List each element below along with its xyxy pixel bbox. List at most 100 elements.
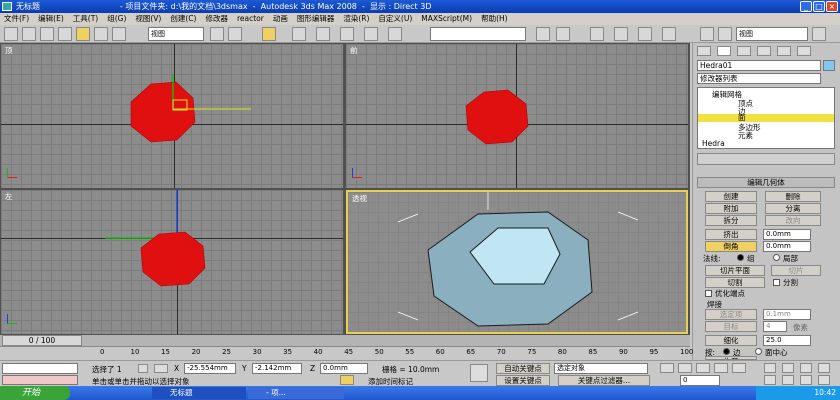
by-face-center-radio[interactable] [755,348,762,355]
object-name-input[interactable]: Hedra01 [697,60,821,71]
viewport-perspective[interactable]: 透视 [346,190,688,334]
percent-snap-icon[interactable] [340,27,354,41]
viewport-label[interactable]: 顶 [5,45,13,56]
selection-set-dropdown[interactable]: 选定对象 [554,363,648,374]
delete-button[interactable]: 删除 [765,191,821,202]
stack-element[interactable]: 元素 [738,130,753,141]
render-setup-icon[interactable] [700,27,714,41]
menu-item[interactable]: 工具(T) [73,14,98,23]
bevel-spinner[interactable]: 0.0mm [763,241,811,252]
hedra-object[interactable] [348,192,688,332]
hedra-object[interactable] [99,190,249,300]
schematic-view-icon[interactable] [638,27,652,41]
orbit-icon[interactable] [800,375,812,385]
menu-item[interactable]: reactor [237,14,264,23]
modifier-list-dropdown[interactable]: 修改器列表 [697,73,821,84]
menu-item[interactable]: 视图(V) [135,14,161,23]
zoom-extents-all-icon[interactable] [818,363,830,373]
material-editor-icon[interactable] [662,27,676,41]
zoom-extents-icon[interactable] [800,363,812,373]
menu-item[interactable]: 动画 [273,14,288,23]
utilities-tab-icon[interactable] [797,46,811,56]
normal-group-radio[interactable] [737,254,744,261]
menu-item[interactable]: 自定义(U) [378,14,412,23]
close-button[interactable]: × [826,1,838,12]
viewport-label[interactable]: 前 [350,45,358,56]
maximize-button[interactable]: □ [813,1,825,12]
taskbar-item-untitled[interactable]: 无标题 [152,387,246,399]
weld-selected-button[interactable]: 选定项 [705,309,757,320]
normal-local-radio[interactable] [773,254,780,261]
hedra-object[interactable] [111,74,261,154]
split-checkbox[interactable] [773,279,780,286]
maxscript-output[interactable] [2,375,78,385]
current-frame-input[interactable]: 0 [680,375,720,386]
align-icon[interactable] [556,27,570,41]
mirror-icon[interactable] [536,27,550,41]
unlink-icon[interactable] [40,27,54,41]
menu-item[interactable]: 修改器 [205,14,228,23]
goto-end-icon[interactable] [732,363,746,373]
fov-icon[interactable] [764,375,776,385]
menu-item[interactable]: 组(G) [107,14,126,23]
snap-icon[interactable] [292,27,306,41]
motion-tab-icon[interactable] [757,46,771,56]
rect-selection-icon[interactable] [112,27,126,41]
tessellate-spinner[interactable]: 25.0 [763,335,811,346]
maximize-viewport-icon[interactable] [818,375,830,385]
set-key-button[interactable]: 设置关键点 [496,375,550,386]
z-coordinate[interactable]: 0.0mm [320,363,368,374]
lock-icon[interactable] [138,364,148,373]
menu-item[interactable]: 创建(C) [170,14,196,23]
named-selection-dropdown[interactable] [430,27,526,41]
slice-button[interactable]: 切片 [771,265,821,276]
viewport-front[interactable]: 前 [346,44,688,188]
next-frame-icon[interactable] [714,363,728,373]
key-filters-button[interactable]: 关键点过滤器... [558,375,650,386]
pivot-icon[interactable] [210,27,224,41]
y-coordinate[interactable]: -2.142mm [252,363,302,374]
extrude-button[interactable]: 挤出 [705,229,757,240]
time-tag-icon[interactable] [340,375,354,385]
time-slider-thumb[interactable]: 0 / 100 [2,335,82,346]
goto-start-icon[interactable] [660,363,674,373]
curve-editor-icon[interactable] [614,27,628,41]
angle-snap-icon[interactable] [316,27,330,41]
turn-button[interactable]: 改向 [765,215,821,226]
auto-key-button[interactable]: 自动关键点 [496,363,550,374]
stack-face[interactable]: 面 [738,114,746,122]
bind-space-warp-icon[interactable] [58,27,72,41]
render-frame-icon[interactable] [718,27,732,41]
by-edge-radio[interactable] [723,348,730,355]
refine-ends-checkbox[interactable] [705,290,712,297]
key-icon[interactable] [470,364,488,382]
menu-item[interactable]: 编辑(E) [38,14,64,23]
layer-manager-icon[interactable] [590,27,604,41]
select-manipulate-icon[interactable] [228,27,242,41]
menu-item[interactable]: MAXScript(M) [421,14,472,23]
select-by-name-icon[interactable] [94,27,108,41]
x-coordinate[interactable]: -25.554mm [184,363,236,374]
modify-tab-icon[interactable] [717,46,731,56]
track-bar[interactable]: 0 10 15 20 25 30 35 40 45 50 55 60 65 70 75 80 85 90 95 100 [0,346,693,360]
prev-frame-icon[interactable] [678,363,692,373]
ref-coord-dropdown[interactable]: 视图 [148,27,204,41]
view-dropdown[interactable]: 视图 [736,27,808,41]
time-slider[interactable]: 0 / 100 [0,335,690,346]
viewport-top[interactable]: 顶 [1,44,343,188]
weld-target-button[interactable]: 目标 [705,321,757,332]
cut-button[interactable]: 切割 [705,277,765,288]
hedra-object[interactable] [456,84,556,164]
display-tab-icon[interactable] [777,46,791,56]
menu-item[interactable]: 渲染(R) [343,14,369,23]
viewport-left[interactable]: 左 [1,190,343,334]
play-icon[interactable] [696,363,710,373]
create-tab-icon[interactable] [697,46,711,56]
zoom-icon[interactable] [764,363,776,373]
maxscript-listener[interactable] [2,363,78,374]
undo-icon[interactable] [4,27,18,41]
menu-item[interactable]: 图形编辑器 [297,14,335,23]
detach-button[interactable]: 分离 [765,203,821,214]
select-link-icon[interactable] [22,27,36,41]
weld-target-spinner[interactable]: 4 [763,321,787,332]
